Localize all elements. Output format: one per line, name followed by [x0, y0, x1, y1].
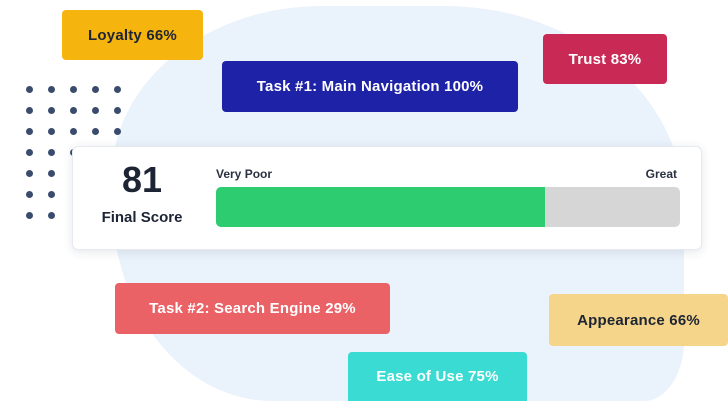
loyalty-tag: Loyalty 66% — [62, 10, 203, 60]
decorative-dot — [48, 107, 55, 114]
scale-high-label: Great — [645, 167, 677, 181]
decorative-dot — [114, 107, 121, 114]
scale-low-label: Very Poor — [216, 167, 273, 181]
decorative-dot — [26, 212, 33, 219]
decorative-dot — [92, 86, 99, 93]
ease-of-use-tag: Ease of Use 75% — [348, 352, 527, 401]
decorative-dot — [48, 149, 55, 156]
final-score-label: Final Score — [101, 209, 183, 226]
decorative-dot — [48, 128, 55, 135]
decorative-dot — [114, 128, 121, 135]
decorative-dot — [92, 107, 99, 114]
decorative-dot — [26, 128, 33, 135]
trust-tag: Trust 83% — [543, 34, 667, 84]
appearance-tag: Appearance 66% — [549, 294, 728, 346]
decorative-dot — [48, 86, 55, 93]
score-progress-fill — [216, 187, 546, 227]
final-score-card: 81 Final Score Very Poor Great — [72, 146, 702, 250]
decorative-dot — [114, 86, 121, 93]
decorative-dot — [48, 212, 55, 219]
decorative-dot — [92, 128, 99, 135]
decorative-dot — [26, 191, 33, 198]
task-main-navigation-tag: Task #1: Main Navigation 100% — [222, 61, 518, 112]
decorative-dot — [70, 86, 77, 93]
score-progress-bar — [216, 187, 680, 227]
decorative-dot — [70, 107, 77, 114]
decorative-dot — [48, 170, 55, 177]
final-score-value: 81 — [121, 159, 163, 200]
decorative-dot — [26, 149, 33, 156]
decorative-dot — [26, 107, 33, 114]
decorative-dot — [26, 170, 33, 177]
decorative-dot — [26, 86, 33, 93]
decorative-dot — [48, 191, 55, 198]
decorative-dot — [70, 128, 77, 135]
task-search-engine-tag: Task #2: Search Engine 29% — [115, 283, 390, 334]
